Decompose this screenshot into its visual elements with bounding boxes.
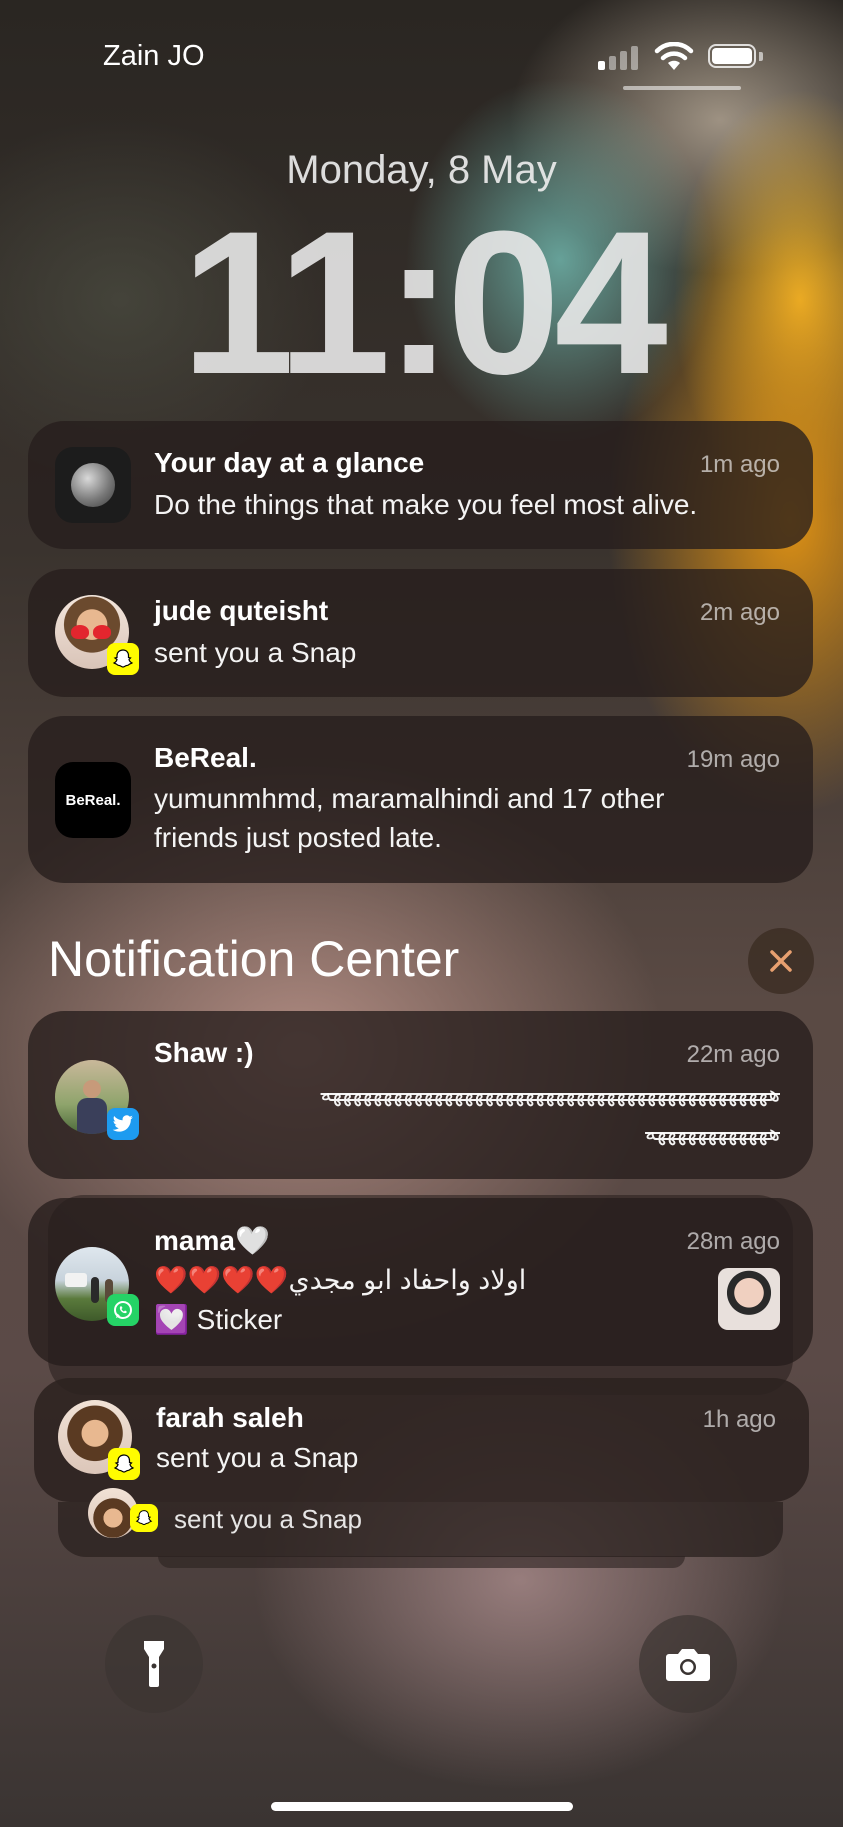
notification-body-line1: ❤️❤️❤️❤️اولاد واحفاد ابو مجدي <box>154 1265 527 1295</box>
carrier-name: Zain JO <box>103 40 205 72</box>
camera-button[interactable] <box>639 1615 737 1713</box>
notification-time: 22m ago <box>686 1041 780 1068</box>
attachment-thumbnail <box>718 1268 780 1330</box>
flashlight-button[interactable] <box>105 1615 203 1713</box>
notification-card-snapchat[interactable]: jude quteisht 2m ago sent you a Snap <box>28 569 813 697</box>
flashlight-icon <box>144 1641 164 1687</box>
notification-card-snapchat-farah[interactable]: farah saleh 1h ago sent you a Snap <box>34 1378 809 1502</box>
notification-title: Your day at a glance <box>154 447 425 478</box>
notification-title: Shaw :) <box>154 1037 254 1068</box>
wifi-icon <box>654 42 694 70</box>
snapchat-icon <box>108 1448 140 1480</box>
notification-body-line2: ههههههههههههه <box>645 1120 780 1145</box>
notification-card-twitter[interactable]: Shaw :) 22m ago هههههههههههههههههههههههه… <box>28 1011 813 1179</box>
notification-time: 1h ago <box>702 1406 776 1433</box>
status-bar: Zain JO <box>0 0 843 110</box>
notification-card-stacked[interactable]: sent you a Snap <box>58 1488 783 1557</box>
lock-screen-clock: 11:04 <box>181 189 668 417</box>
notification-card-whatsapp[interactable]: mama🤍 28m ago ❤️❤️❤️❤️اولاد واحفاد ابو م… <box>28 1198 813 1366</box>
control-center-indicator[interactable] <box>623 86 741 90</box>
battery-icon <box>708 44 764 70</box>
notification-title: mama🤍 <box>154 1225 270 1256</box>
notification-body: sent you a Snap <box>174 1504 362 1534</box>
notification-title: farah saleh <box>156 1402 304 1433</box>
notification-body-line1: yumunmhmd, maramalhindi and 17 other <box>154 783 665 814</box>
camera-icon <box>666 1649 710 1681</box>
notification-card-bereal[interactable]: BeReal. BeReal. 19m ago yumunmhmd, maram… <box>28 716 813 883</box>
bereal-app-icon: BeReal. <box>55 762 131 838</box>
snapchat-icon <box>107 643 139 675</box>
notification-stack-edge <box>158 1556 685 1568</box>
home-indicator[interactable] <box>271 1802 573 1811</box>
lock-screen-date: Monday, 8 May <box>286 148 557 192</box>
notification-body-line1: هههههههههههههههههههههههههههههههههههههههه… <box>320 1081 780 1106</box>
cellular-signal-icon <box>598 44 642 70</box>
notification-body-line2: 💟 Sticker <box>154 1304 283 1335</box>
snapchat-icon <box>130 1504 158 1532</box>
notification-body-line2: friends just posted late. <box>154 822 442 853</box>
twitter-icon <box>107 1108 139 1140</box>
notification-body: Do the things that make you feel most al… <box>154 489 698 520</box>
notification-time: 19m ago <box>686 746 780 773</box>
close-icon <box>770 950 792 972</box>
notification-body: sent you a Snap <box>154 637 357 668</box>
notification-body: sent you a Snap <box>156 1442 359 1473</box>
bereal-icon-text: BeReal. <box>65 791 121 809</box>
whatsapp-icon <box>107 1294 139 1326</box>
notification-title: jude quteisht <box>154 595 329 626</box>
notification-center-title: Notification Center <box>48 931 460 987</box>
notification-title: BeReal. <box>154 742 257 773</box>
clear-notifications-button[interactable] <box>748 928 814 994</box>
notification-card-day-glance[interactable]: Your day at a glance 1m ago Do the thing… <box>28 421 813 549</box>
notification-time: 1m ago <box>699 451 780 478</box>
notification-time: 2m ago <box>699 599 780 626</box>
notification-time: 28m ago <box>686 1228 780 1255</box>
moon-app-icon <box>55 447 131 523</box>
